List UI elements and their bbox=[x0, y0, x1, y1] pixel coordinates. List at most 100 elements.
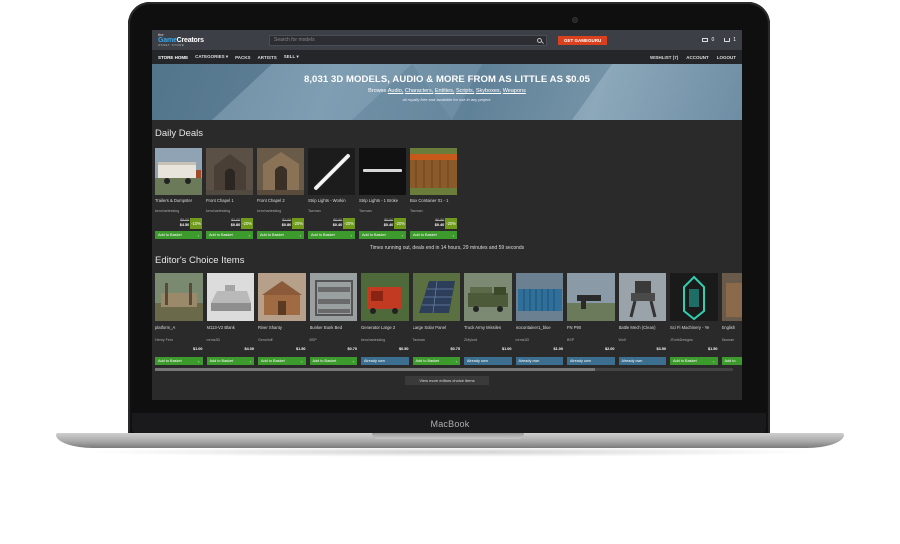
add-to-basket-button[interactable]: Add to Basket › bbox=[257, 231, 304, 239]
deal-name[interactable]: Box Container 01 - 1 bbox=[410, 195, 457, 209]
item-name[interactable]: Large Solar Panel bbox=[413, 321, 461, 338]
already-own-button[interactable]: Already own bbox=[464, 357, 512, 365]
item-author[interactable]: JTorthDesigns bbox=[670, 338, 718, 347]
nav-store-home[interactable]: STORE HOME bbox=[158, 55, 188, 60]
add-to-basket-button[interactable]: Add to Basket › bbox=[410, 231, 457, 239]
browse-link-weapons[interactable]: Weapons bbox=[503, 88, 526, 94]
nav-account[interactable]: ACCOUNT bbox=[686, 55, 709, 60]
item-thumbnail[interactable] bbox=[515, 273, 563, 321]
item-name[interactable]: Truck Army Missiles bbox=[464, 321, 512, 338]
item-thumbnail[interactable] bbox=[361, 273, 409, 321]
deal-thumbnail[interactable] bbox=[206, 148, 253, 195]
nav-categories[interactable]: CATEGORIES ▾ bbox=[195, 54, 228, 60]
deal-thumbnail[interactable] bbox=[257, 148, 304, 195]
add-to-basket-button[interactable]: Add to bbox=[721, 357, 742, 365]
nav-artists[interactable]: ARTISTS bbox=[258, 55, 277, 60]
editor-item-card[interactable]: platform_A Henry Fern $1.00 Add to Baske… bbox=[155, 273, 203, 365]
add-to-basket-button[interactable]: Add to Basket › bbox=[155, 357, 203, 365]
deal-card[interactable]: Front Chapel 2 kenchartesking $1.00 $0.80… bbox=[257, 148, 304, 239]
add-to-basket-button[interactable]: Add to Basket › bbox=[412, 357, 460, 365]
deal-author[interactable]: kenchartesking bbox=[257, 209, 304, 218]
item-thumbnail[interactable] bbox=[206, 273, 254, 321]
get-gameguru-button[interactable]: GET GAMEGURU bbox=[558, 35, 608, 45]
horizontal-scrollbar[interactable] bbox=[155, 368, 733, 371]
item-name[interactable]: isocontainer1_blue bbox=[516, 321, 564, 338]
add-to-basket-button[interactable]: Add to Basket › bbox=[670, 357, 718, 365]
editor-item-card[interactable]: Bunker Bunk Bed BSP $0.70 Add to Basket › bbox=[309, 273, 358, 365]
deal-thumbnail[interactable] bbox=[308, 148, 355, 195]
editor-item-card[interactable]: FN P90 BSP $2.00 Already own bbox=[567, 273, 615, 365]
item-author[interactable]: Wolf bbox=[619, 338, 667, 347]
deal-card[interactable]: Front Chapel 1 kenchartesking $1.00 $0.80… bbox=[206, 148, 253, 239]
browse-link-entities[interactable]: Entities, bbox=[435, 88, 455, 94]
deal-thumbnail[interactable] bbox=[155, 148, 202, 195]
item-name[interactable]: English bbox=[722, 321, 743, 338]
nav-packs[interactable]: PACKS bbox=[235, 55, 250, 60]
nav-sell[interactable]: SELL ▾ bbox=[284, 54, 299, 60]
item-author[interactable]: Henry Fern bbox=[155, 338, 203, 347]
cart-link[interactable]: 1 bbox=[724, 37, 736, 43]
item-thumbnail[interactable] bbox=[567, 273, 615, 321]
item-thumbnail[interactable] bbox=[618, 273, 666, 321]
search-input[interactable] bbox=[274, 37, 537, 43]
already-own-button[interactable]: Already own bbox=[361, 357, 409, 365]
item-author[interactable]: kenchartesking bbox=[361, 338, 409, 347]
nav-logout[interactable]: LOGOUT bbox=[717, 55, 736, 60]
editor-item-card[interactable]: Truck Army Missiles ZMylord $1.00 Alread… bbox=[464, 273, 512, 365]
item-author[interactable]: mrms3D bbox=[516, 338, 564, 347]
deal-author[interactable]: Taxman bbox=[308, 209, 355, 218]
editor-item-card[interactable]: M113-V2 Blank mrms3D $4.00 Add to Basket… bbox=[206, 273, 255, 365]
item-author[interactable]: BSP bbox=[310, 338, 358, 347]
item-author[interactable]: BSP bbox=[567, 338, 615, 347]
item-author[interactable]: Genchoff bbox=[258, 338, 306, 347]
editor-item-card[interactable]: isocontainer1_blue mrms3D $1.00 Already … bbox=[515, 273, 564, 365]
browse-link-scripts[interactable]: Scripts, bbox=[456, 88, 474, 94]
editor-item-card[interactable]: English Taxman Add to bbox=[721, 273, 743, 365]
item-name[interactable]: Generator Large 2 bbox=[361, 321, 409, 338]
deal-author[interactable]: kenchartesking bbox=[206, 209, 253, 218]
deal-name[interactable]: Strip Lights - 1 Broke bbox=[359, 195, 406, 209]
scrollbar-thumb[interactable] bbox=[155, 368, 595, 371]
deal-author[interactable]: Taxman bbox=[359, 209, 406, 218]
view-more-button[interactable]: View more editors choice items bbox=[405, 376, 489, 385]
item-name[interactable]: Sci Fi Machinery - Ye bbox=[670, 321, 718, 338]
item-thumbnail[interactable] bbox=[721, 273, 742, 321]
add-to-basket-button[interactable]: Add to Basket › bbox=[155, 231, 202, 239]
editor-item-card[interactable]: Large Solar Panel Taxman $0.75 Add to Ba… bbox=[412, 273, 461, 365]
item-thumbnail[interactable] bbox=[309, 273, 357, 321]
item-author[interactable]: Taxman bbox=[722, 338, 743, 347]
nav-wishlist[interactable]: WISHLIST (7) bbox=[650, 55, 678, 60]
deal-name[interactable]: Trailers & Dumpster bbox=[155, 195, 202, 209]
deal-thumbnail[interactable] bbox=[410, 148, 457, 195]
add-to-basket-button[interactable]: Add to Basket › bbox=[359, 231, 406, 239]
editor-item-card[interactable]: Battle Mech (Clean) Wolf $3.50 Already o… bbox=[618, 273, 667, 365]
already-own-button[interactable]: Already own bbox=[618, 357, 666, 365]
deal-card[interactable]: Box Container 01 - 1 Taxman $0.50 $0.40 -… bbox=[410, 148, 457, 239]
deal-thumbnail[interactable] bbox=[359, 148, 406, 195]
deal-author[interactable]: kenchartesking bbox=[155, 209, 202, 218]
add-to-basket-button[interactable]: Add to Basket › bbox=[206, 357, 254, 365]
item-thumbnail[interactable] bbox=[412, 273, 460, 321]
add-to-basket-button[interactable]: Add to Basket › bbox=[309, 357, 357, 365]
item-name[interactable]: M113-V2 Blank bbox=[207, 321, 255, 338]
editor-item-card[interactable]: River Shanty Genchoff $1.50 Add to Baske… bbox=[258, 273, 306, 365]
item-thumbnail[interactable] bbox=[464, 273, 512, 321]
item-author[interactable]: ZMylord bbox=[464, 338, 512, 347]
deal-card[interactable]: Strip Lights - 1 Broke Taxman $0.50 $0.40… bbox=[359, 148, 406, 239]
editor-item-card[interactable]: Generator Large 2 kenchartesking $0.50 A… bbox=[361, 273, 409, 365]
item-name[interactable]: Battle Mech (Clean) bbox=[619, 321, 667, 338]
add-to-basket-button[interactable]: Add to Basket › bbox=[206, 231, 253, 239]
item-thumbnail[interactable] bbox=[670, 273, 718, 321]
already-own-button[interactable]: Already own bbox=[515, 357, 563, 365]
site-logo[interactable]: the GameCreators ASSET STORE bbox=[158, 33, 214, 47]
item-name[interactable]: FN P90 bbox=[567, 321, 615, 338]
deal-card[interactable]: Trailers & Dumpster kenchartesking $5.00… bbox=[155, 148, 202, 239]
item-author[interactable]: mrms3D bbox=[207, 338, 255, 347]
item-name[interactable]: River Shanty bbox=[258, 321, 306, 338]
item-name[interactable]: Bunker Bunk Bed bbox=[310, 321, 358, 338]
item-thumbnail[interactable] bbox=[258, 273, 306, 321]
add-to-basket-button[interactable]: Add to Basket › bbox=[308, 231, 355, 239]
deal-card[interactable]: Strip Lights - Workin Taxman $0.50 $0.40 … bbox=[308, 148, 355, 239]
browse-link-characters[interactable]: Characters, bbox=[405, 88, 433, 94]
browse-link-audio[interactable]: Audio, bbox=[388, 88, 404, 94]
